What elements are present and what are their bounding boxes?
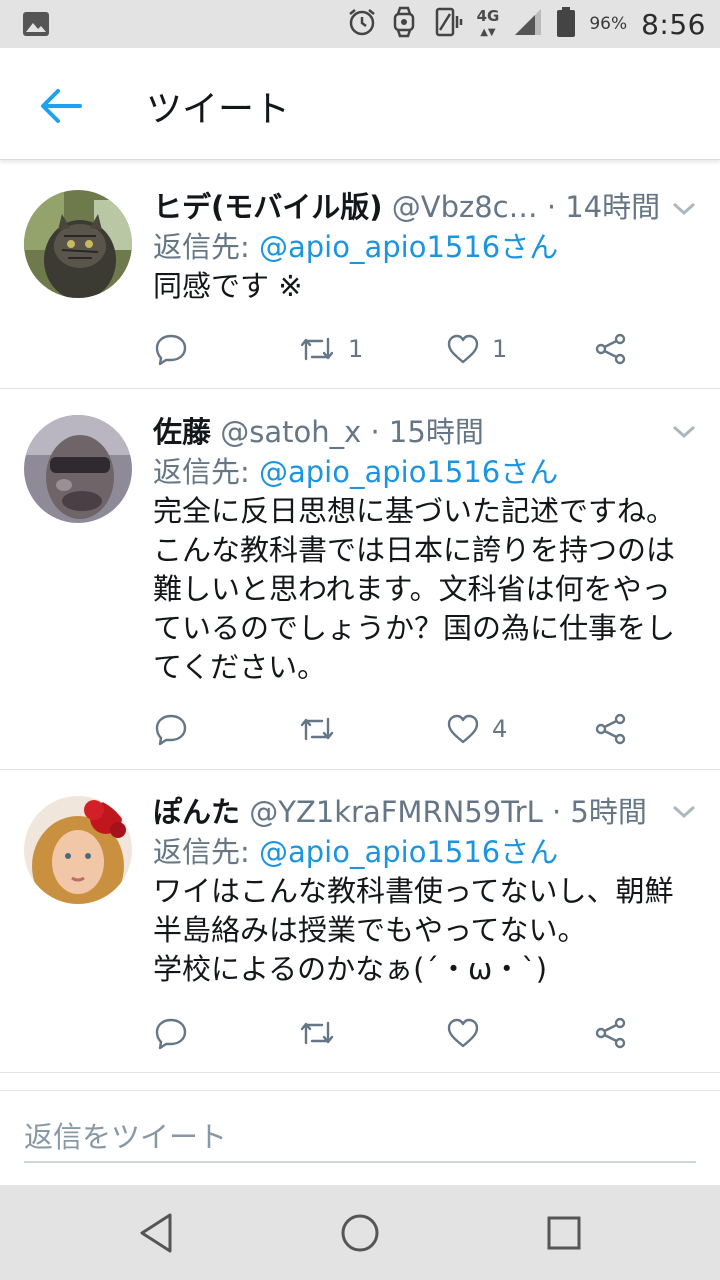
nav-home-icon[interactable]: [334, 1207, 386, 1259]
avatar[interactable]: [24, 190, 132, 298]
reply-context: 返信先: @apio_apio1516さん: [153, 832, 692, 872]
app-header: ツイート: [0, 48, 720, 160]
vibrate-icon: [431, 6, 463, 42]
image-icon: [22, 11, 50, 41]
alarm-icon: [347, 7, 377, 41]
tweet-header: ぽんた @YZ1kraFMRN59TrL · 5時間: [153, 792, 692, 832]
watch-icon: [391, 6, 417, 42]
retweet-icon: [300, 1021, 334, 1045]
display-name[interactable]: ヒデ(モバイル版): [153, 190, 383, 224]
reply-input[interactable]: [24, 1113, 696, 1163]
user-handle[interactable]: @satoh_x: [220, 415, 361, 449]
reply-icon: [155, 714, 187, 746]
share-button[interactable]: [594, 1013, 628, 1053]
share-icon: [595, 333, 626, 365]
tweet-text: ワイはこんな教科書使ってないし、朝鮮 半島絡みは授業でもやってない。 学校による…: [153, 874, 674, 986]
network-type: 4G ▲▼: [476, 6, 500, 38]
avatar[interactable]: [24, 415, 132, 523]
tweet[interactable]: ぽんた @YZ1kraFMRN59TrL · 5時間 返信先: @apio_ap…: [0, 770, 720, 1073]
like-count: 4: [492, 715, 508, 743]
timestamp[interactable]: · 5時間: [552, 795, 647, 829]
system-nav-bar: [0, 1185, 720, 1280]
retweet-count: 1: [348, 335, 364, 363]
share-icon: [595, 1017, 626, 1049]
reply-prefix: 返信先:: [153, 835, 259, 869]
retweet-button[interactable]: [298, 709, 348, 749]
reply-composer: [0, 1090, 720, 1185]
page-title: ツイート: [146, 89, 291, 130]
heart-icon: [447, 714, 479, 744]
clock: 8:56: [641, 7, 706, 41]
timestamp[interactable]: · 15時間: [371, 415, 484, 449]
display-name[interactable]: ぽんた: [153, 795, 240, 829]
share-button[interactable]: [594, 709, 628, 749]
avatar[interactable]: [24, 796, 132, 904]
status-bar: 4G ▲▼ 96% 8:56: [0, 0, 720, 48]
like-button[interactable]: 4: [446, 709, 507, 749]
heart-icon: [447, 334, 479, 364]
like-count: 1: [492, 335, 508, 363]
reply-button[interactable]: [154, 329, 188, 369]
mention-link[interactable]: @apio_apio1516さん: [259, 455, 558, 489]
reply-button[interactable]: [154, 709, 188, 749]
user-handle[interactable]: @Vbz8c…: [392, 190, 538, 224]
reply-context: 返信先: @apio_apio1516さん: [153, 227, 692, 267]
nav-back-icon[interactable]: [130, 1207, 182, 1259]
chevron-down-icon[interactable]: [670, 422, 698, 442]
chevron-down-icon[interactable]: [670, 199, 698, 219]
battery-icon: [557, 7, 576, 41]
nav-recents-icon[interactable]: [538, 1207, 590, 1259]
tweet[interactable]: 佐藤 @satoh_x · 15時間 返信先: @apio_apio1516さん…: [0, 389, 720, 770]
retweet-button[interactable]: 1: [298, 329, 363, 369]
reply-icon: [155, 334, 187, 366]
like-button[interactable]: [446, 1013, 492, 1053]
retweet-button[interactable]: [298, 1013, 348, 1053]
retweet-icon: [300, 337, 334, 361]
mention-link[interactable]: @apio_apio1516さん: [259, 230, 558, 264]
reply-button[interactable]: [154, 1013, 188, 1053]
battery-percent: 96%: [589, 14, 628, 34]
mention-link[interactable]: @apio_apio1516さん: [259, 835, 558, 869]
heart-icon: [447, 1018, 479, 1048]
reply-icon: [155, 1018, 187, 1050]
display-name[interactable]: 佐藤: [153, 415, 211, 449]
like-button[interactable]: 1: [446, 329, 507, 369]
user-handle[interactable]: @YZ1kraFMRN59TrL: [249, 795, 543, 829]
back-arrow-icon: [41, 89, 82, 123]
reply-prefix: 返信先:: [153, 230, 259, 264]
tweet[interactable]: ヒデ(モバイル版) @Vbz8c… · 14時間 返信先: @apio_apio…: [0, 163, 720, 389]
share-button[interactable]: [594, 329, 628, 369]
back-button[interactable]: [36, 82, 84, 130]
timestamp[interactable]: · 14時間: [547, 190, 660, 224]
signal-icon: [513, 7, 543, 41]
tweet-header: ヒデ(モバイル版) @Vbz8c… · 14時間: [153, 187, 692, 227]
tweet-header: 佐藤 @satoh_x · 15時間: [153, 412, 692, 452]
chevron-down-icon[interactable]: [670, 802, 698, 822]
reply-prefix: 返信先:: [153, 455, 259, 489]
tweet-text: 同感です ※: [153, 269, 303, 303]
retweet-icon: [300, 717, 334, 741]
tweet-text: 完全に反日思想に基づいた記述ですね。 こんな教科書では日本に誇りを持つのは 難し…: [153, 494, 676, 684]
share-icon: [595, 713, 626, 745]
reply-context: 返信先: @apio_apio1516さん: [153, 452, 692, 492]
